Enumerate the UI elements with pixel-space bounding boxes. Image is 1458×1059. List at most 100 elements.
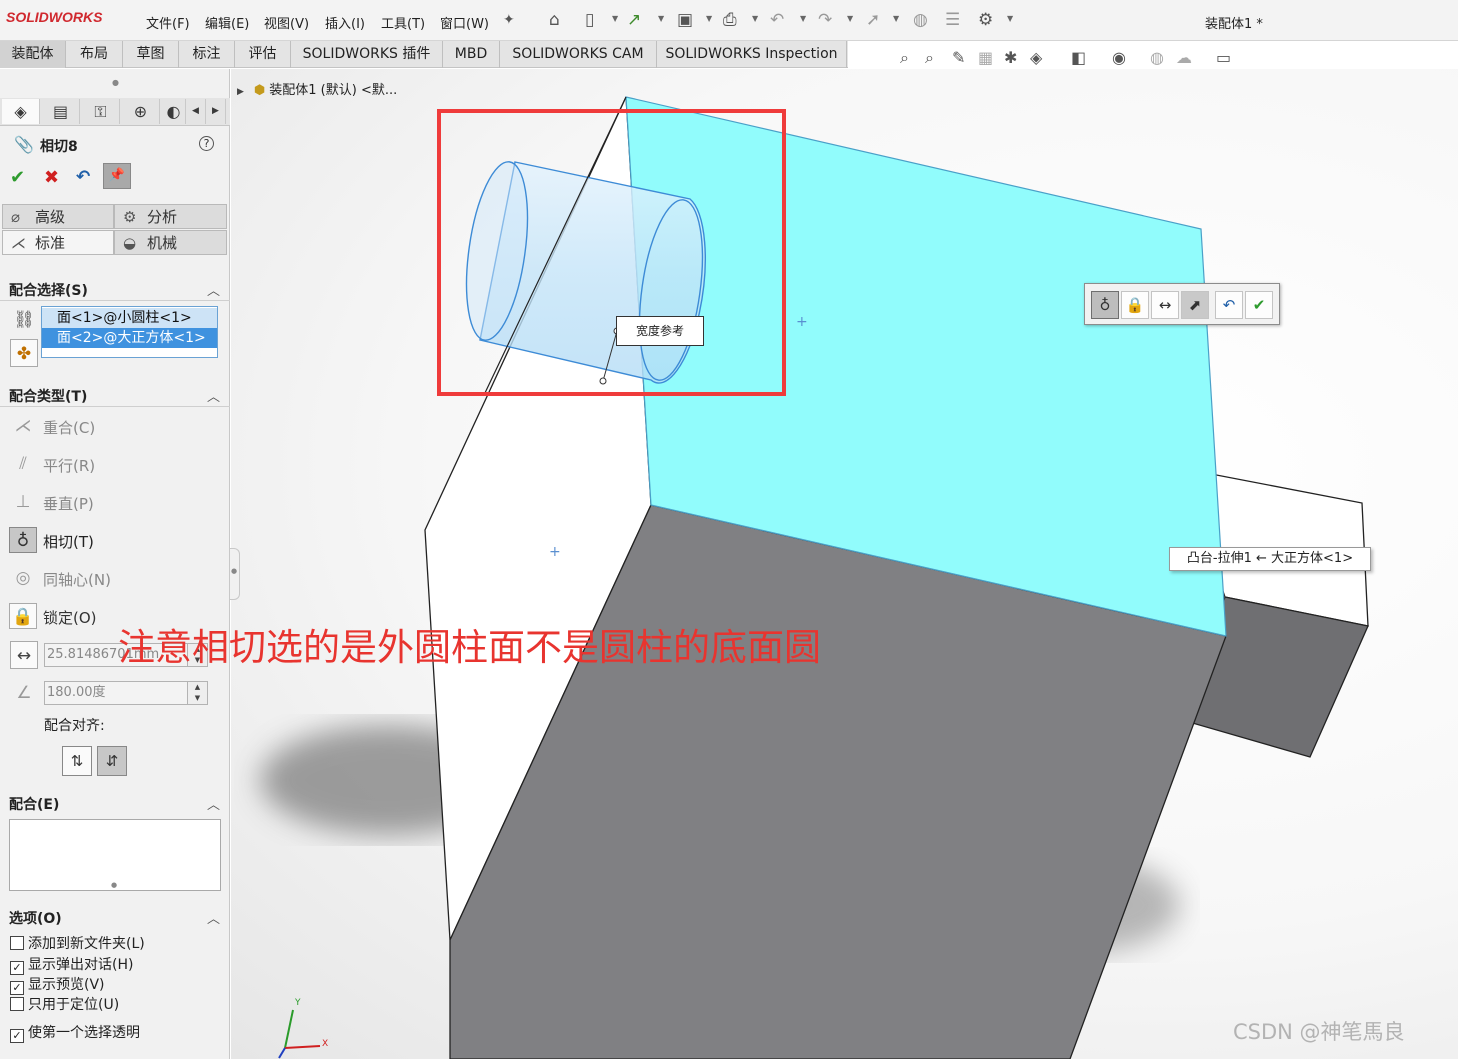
tab-solidworks-cam[interactable]: SOLIDWORKS CAM [500, 41, 657, 68]
gear-icon[interactable]: ⚙ [978, 10, 993, 30]
undo-button[interactable]: ↶ [76, 167, 90, 187]
chevron-down-icon[interactable]: ▼ [1007, 14, 1013, 23]
option-show-preview[interactable]: ✓ 显示预览(V) [10, 974, 105, 995]
chevron-up-icon[interactable]: ︿ [207, 908, 220, 927]
print-icon[interactable]: ⎙ [723, 10, 737, 30]
chevron-down-icon[interactable]: ▼ [893, 14, 899, 23]
appearance-icon[interactable]: ◍ [1150, 48, 1164, 67]
width-reference-callout[interactable]: 宽度参考 [616, 316, 704, 346]
scroll-left-icon[interactable]: ◀ [186, 99, 206, 124]
panel-grip-icon[interactable]: ● [112, 78, 119, 87]
tab-advanced[interactable]: ⌀ 高级 [2, 204, 114, 229]
distance-icon[interactable]: ↔ [10, 641, 38, 669]
menu-window[interactable]: 窗口(W) [440, 13, 489, 32]
checkbox-checked[interactable]: ✓ [10, 981, 24, 995]
options-section[interactable]: 选项(O) ︿ [0, 906, 230, 928]
configuration-manager-tab[interactable]: ⚿ [82, 99, 120, 124]
tab-solidworks-addins[interactable]: SOLIDWORKS 插件 [291, 41, 443, 68]
display-icon[interactable]: ▭ [1216, 48, 1231, 67]
mate-types-section[interactable]: 配合类型(T) ︿ [0, 384, 230, 407]
checkbox-checked[interactable]: ✓ [10, 1029, 24, 1043]
tab-analysis[interactable]: ⚙ 分析 [114, 204, 227, 229]
option-show-popup-dialog[interactable]: ✓ 显示弹出对话(H) [10, 954, 133, 975]
ok-button[interactable]: ✔ [10, 167, 25, 188]
resize-grip-icon[interactable]: ● [111, 881, 117, 889]
tab-assembly[interactable]: 装配体 [0, 41, 66, 68]
spinner-arrows-icon[interactable]: ▲ ▼ [187, 682, 207, 704]
undo-icon[interactable]: ↶ [770, 10, 784, 30]
tab-mechanical[interactable]: ◒ 机械 [114, 230, 227, 255]
menu-tools[interactable]: 工具(T) [381, 13, 425, 32]
flip-alignment-icon[interactable]: ⬈ [1181, 291, 1209, 319]
pin-icon[interactable]: ✦ [503, 12, 515, 28]
menu-edit[interactable]: 编辑(E) [205, 13, 249, 32]
zoom-to-fit-icon[interactable]: ⌕ [900, 48, 909, 68]
mate-coincident-button[interactable]: ⋌ 重合(C) [0, 411, 230, 441]
chevron-down-icon[interactable]: ▼ [658, 14, 664, 23]
dynamic-annotation-icon[interactable]: ✱ [1004, 48, 1017, 67]
display-style-icon[interactable]: ◧ [1071, 48, 1086, 67]
lock-icon[interactable]: 🔒 [1121, 291, 1149, 319]
checkbox-unchecked[interactable] [10, 936, 24, 950]
chevron-down-icon[interactable]: ▼ [706, 14, 712, 23]
select-cursor-icon[interactable]: ➚ [866, 10, 880, 30]
panel-collapse-handle[interactable]: ● [230, 548, 240, 600]
chevron-up-icon[interactable]: ︿ [207, 794, 220, 813]
open-folder-icon[interactable]: ↗ [627, 10, 641, 30]
pin-button[interactable]: 📌 [103, 163, 131, 189]
tab-evaluate[interactable]: 评估 [235, 41, 291, 68]
chevron-up-icon[interactable]: ︿ [207, 280, 220, 299]
help-icon[interactable]: ? [199, 136, 214, 151]
redo-icon[interactable]: ↷ [818, 10, 832, 30]
selection-item[interactable]: 面<2>@大正方体<1> [42, 328, 217, 348]
chevron-down-icon[interactable]: ▼ [847, 14, 853, 23]
tab-standard[interactable]: ⋌ 标准 [2, 230, 114, 255]
save-icon[interactable]: ▣ [677, 10, 693, 30]
tab-mbd[interactable]: MBD [443, 41, 500, 68]
mate-selection-list[interactable]: 面<1>@小圆柱<1> 面<2>@大正方体<1> [41, 306, 218, 358]
rebuild-icon[interactable]: ◍ [913, 10, 928, 30]
feature-manager-tab[interactable]: ◈ [2, 99, 40, 124]
solidworks-logo[interactable]: SOLIDWORKS [6, 9, 102, 25]
option-make-first-selection-transparent[interactable]: ✓ 使第一个选择透明 [10, 1022, 140, 1043]
mates-list[interactable]: ● [9, 819, 221, 891]
check-icon[interactable]: ✔ [1245, 291, 1273, 319]
tab-layout[interactable]: 布局 [66, 41, 123, 68]
tab-markup[interactable]: 标注 [179, 41, 235, 68]
display-manager-tab[interactable]: ◐ [162, 99, 186, 124]
option-add-to-new-folder[interactable]: 添加到新文件夹(L) [10, 933, 145, 953]
chevron-up-icon[interactable]: ︿ [207, 386, 220, 405]
selection-item[interactable]: 面<1>@小圆柱<1> [42, 308, 217, 328]
chevron-down-icon[interactable]: ▼ [752, 14, 758, 23]
angle-input[interactable]: 180.00度 ▲ ▼ [44, 681, 208, 705]
home-icon[interactable]: ⌂ [549, 10, 560, 30]
mate-concentric-button[interactable]: ◎ 同轴心(N) [0, 563, 230, 593]
multi-mate-icon[interactable]: ✤ [10, 339, 38, 367]
file-properties-icon[interactable]: ☰ [945, 10, 960, 30]
anti-aligned-button[interactable]: ⇵ [97, 746, 127, 776]
scroll-right-icon[interactable]: ▶ [206, 99, 226, 124]
new-document-icon[interactable]: ▯ [585, 10, 594, 30]
tab-solidworks-inspection[interactable]: SOLIDWORKS Inspection [657, 41, 847, 68]
expand-arrow-icon[interactable]: ▶ [237, 87, 244, 97]
cancel-button[interactable]: ✖ [44, 167, 59, 188]
tab-sketch[interactable]: 草图 [123, 41, 179, 68]
property-manager-tab[interactable]: ▤ [42, 99, 80, 124]
mates-section[interactable]: 配合(E) ︿ [0, 792, 230, 814]
mate-tangent-button[interactable]: ♁ 相切(T) [0, 525, 230, 555]
dimxpert-manager-tab[interactable]: ⊕ [122, 99, 160, 124]
scene-icon[interactable]: ☁ [1176, 48, 1192, 67]
chevron-down-icon[interactable]: ▼ [800, 14, 806, 23]
chevron-down-icon[interactable]: ▼ [612, 14, 618, 23]
checkbox-checked[interactable]: ✓ [10, 961, 24, 975]
feature-tree-flyout[interactable]: ▶ ⬢ 装配体1 (默认) <默... [237, 79, 397, 98]
hide-show-icon[interactable]: ◉ [1112, 48, 1126, 67]
aligned-button[interactable]: ⇅ [62, 746, 92, 776]
checkbox-unchecked[interactable] [10, 997, 24, 1011]
undo-icon[interactable]: ↶ [1215, 291, 1243, 319]
option-positioning-only[interactable]: 只用于定位(U) [10, 994, 119, 1014]
previous-view-icon[interactable]: ✎ [952, 48, 965, 67]
distance-icon[interactable]: ↔ [1151, 291, 1179, 319]
zoom-to-area-icon[interactable]: ⌕ [925, 48, 934, 68]
mate-parallel-button[interactable]: ⫽ 平行(R) [0, 449, 230, 479]
